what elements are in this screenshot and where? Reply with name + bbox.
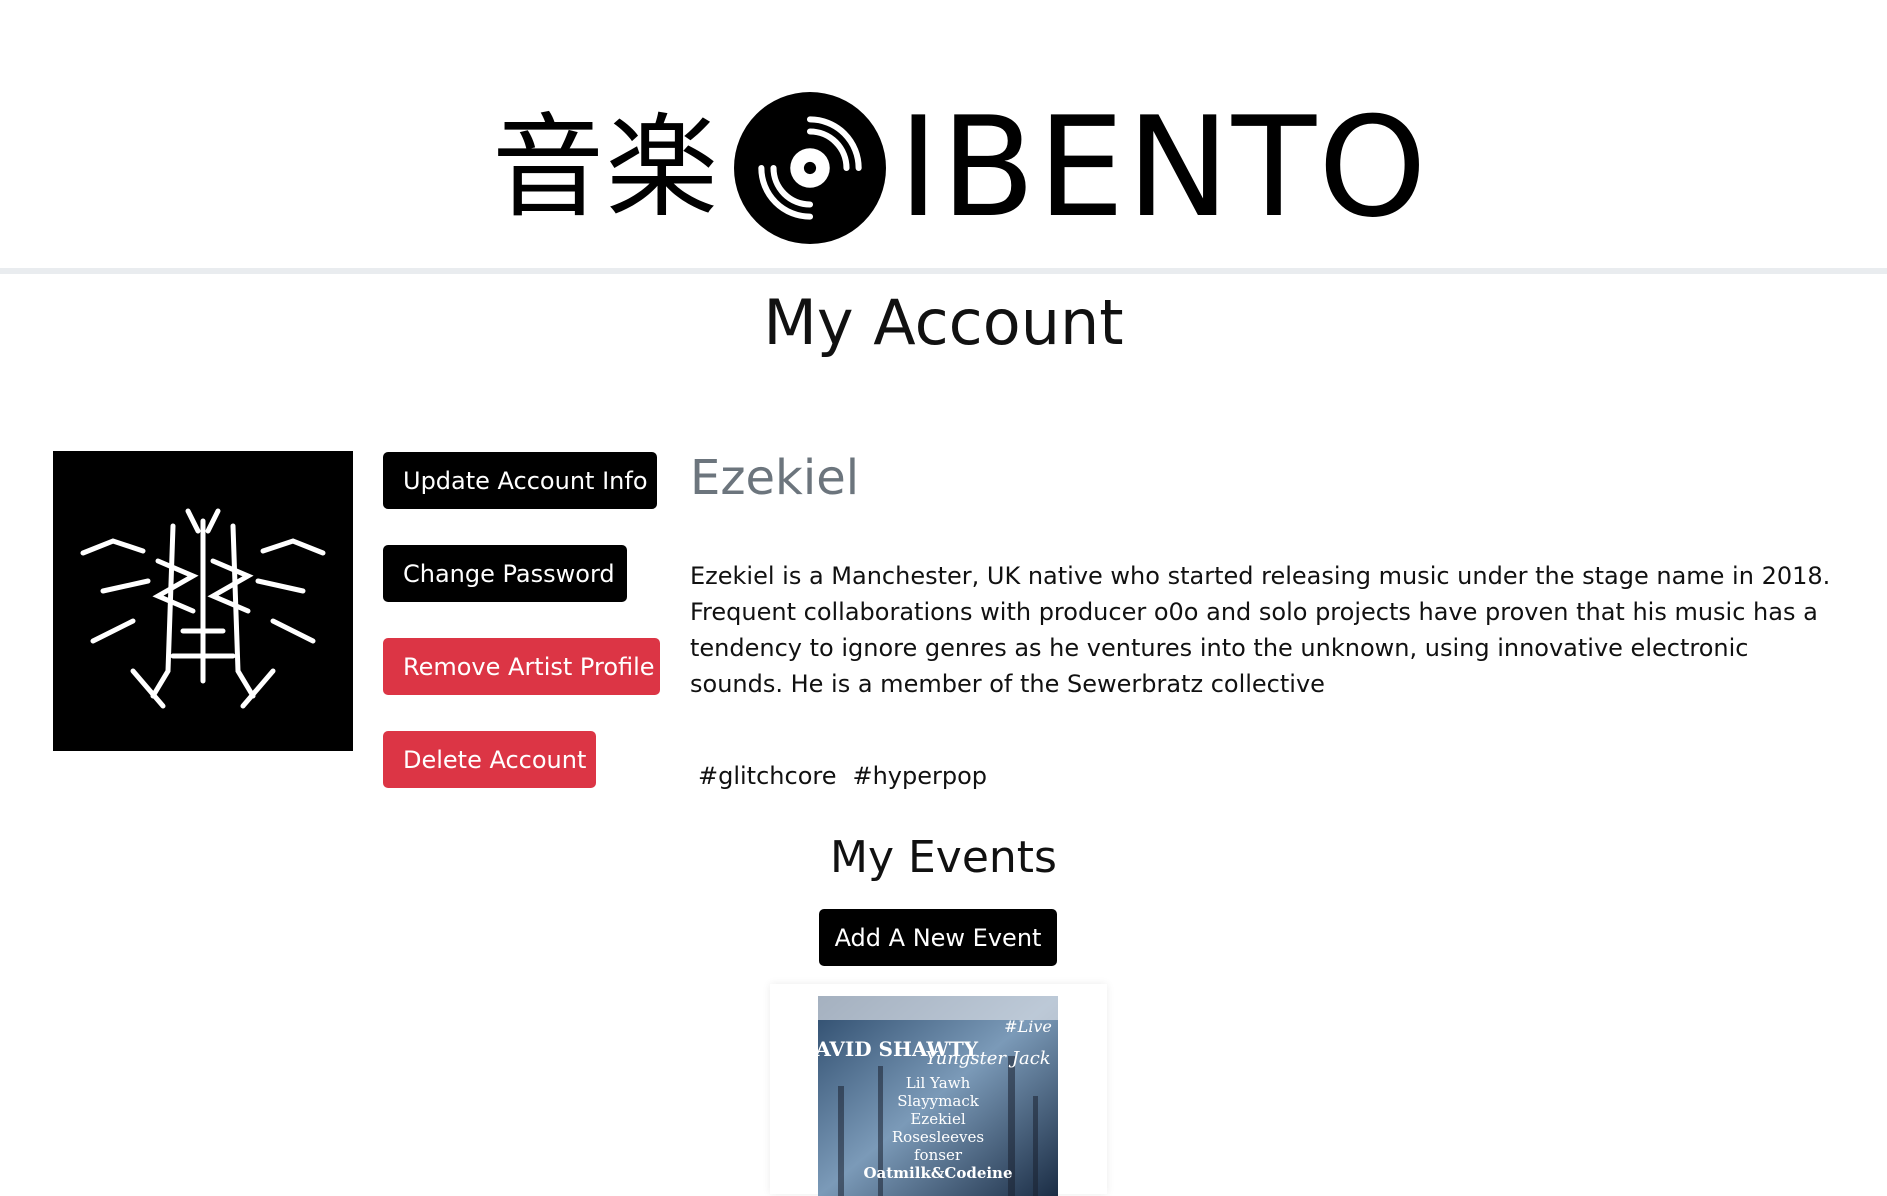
genre-tag[interactable]: #hyperpop: [852, 762, 987, 790]
update-account-button[interactable]: Update Account Info: [383, 452, 657, 509]
artist-name: Ezekiel: [690, 450, 860, 506]
poster-line: Yungster Jack: [925, 1048, 1050, 1069]
vinyl-record-icon: [734, 92, 886, 244]
logo-wordmark: IBENTO: [898, 87, 1429, 248]
site-header: 音楽 IBENTO: [0, 0, 1887, 274]
events-section-title: My Events: [830, 832, 1057, 883]
artist-avatar: [53, 451, 353, 751]
artist-bio: Ezekiel is a Manchester, UK native who s…: [690, 562, 1831, 698]
poster-line: #Live: [1004, 1017, 1052, 1036]
genre-tag[interactable]: #glitchcore: [698, 762, 836, 790]
poster-line: Ezekiel: [910, 1110, 965, 1128]
event-card[interactable]: DAVID SHAWTY Yungster Jack #Live Lil Yaw…: [770, 984, 1107, 1196]
poster-line: Oatmilk&Codeine: [863, 1164, 1012, 1182]
poster-line: fonser: [914, 1146, 963, 1164]
change-password-button[interactable]: Change Password: [383, 545, 627, 602]
poster-line: Slayymack: [897, 1092, 980, 1110]
site-logo[interactable]: 音楽 IBENTO: [492, 88, 1429, 248]
add-event-button[interactable]: Add A New Event: [819, 909, 1057, 966]
page-title: My Account: [763, 286, 1124, 359]
logo-kanji: 音楽: [492, 103, 720, 233]
artist-logo-image: [80, 508, 326, 709]
event-poster-image[interactable]: DAVID SHAWTY Yungster Jack #Live Lil Yaw…: [818, 996, 1058, 1196]
genre-tags: #glitchcore #hyperpop: [698, 762, 987, 790]
remove-artist-profile-button[interactable]: Remove Artist Profile: [383, 638, 660, 695]
poster-line: Rosesleeves: [892, 1128, 984, 1146]
poster-line: Lil Yawh: [906, 1074, 971, 1092]
delete-account-button[interactable]: Delete Account: [383, 731, 596, 788]
